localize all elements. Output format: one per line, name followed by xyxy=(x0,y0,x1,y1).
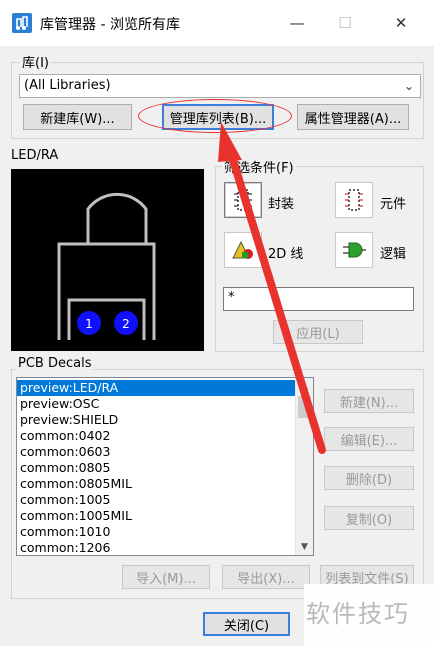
watermark-text: 软件技巧 xyxy=(306,600,410,628)
red-arrow-annotation xyxy=(218,122,326,454)
